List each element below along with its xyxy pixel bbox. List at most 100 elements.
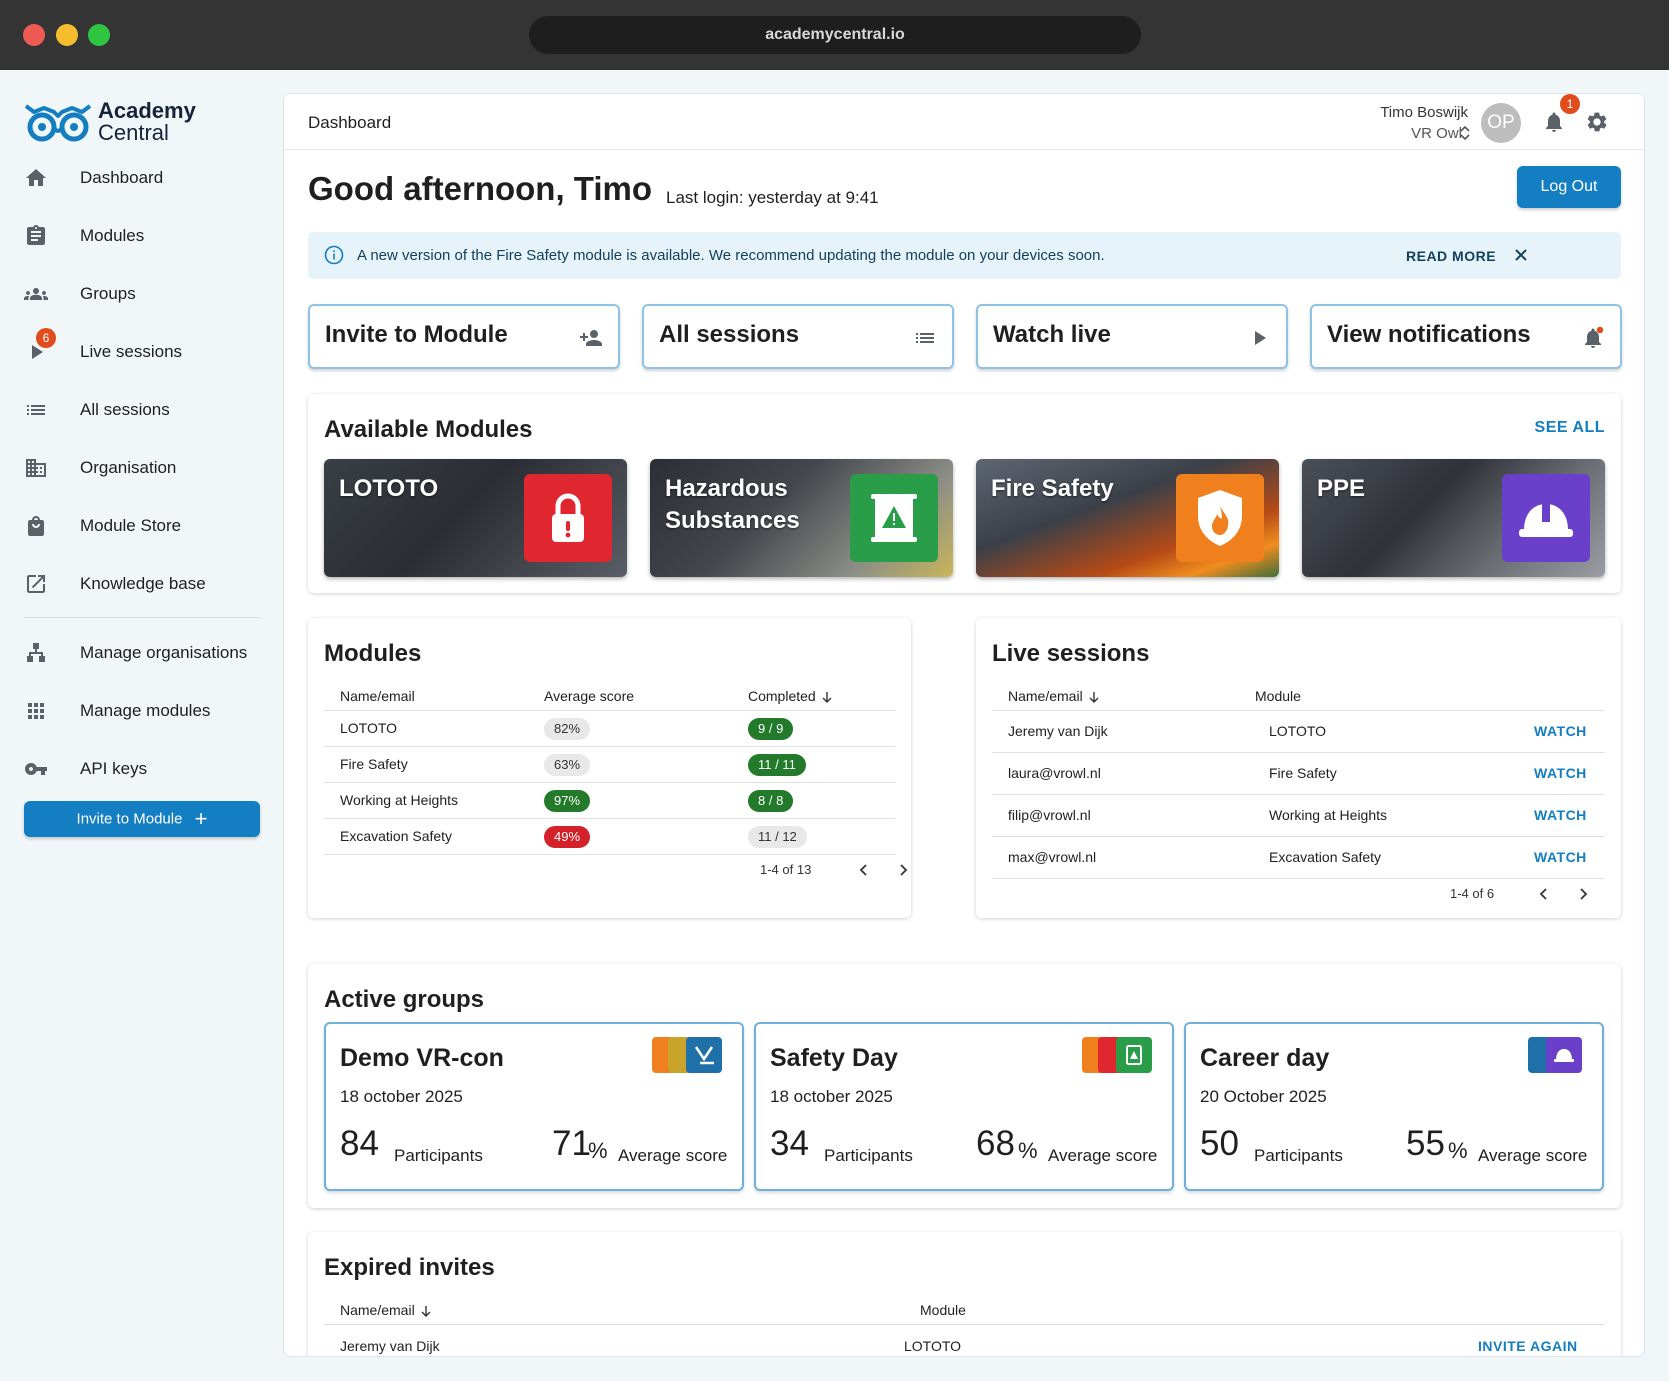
completed-chip: 9 / 9 — [748, 718, 794, 740]
organisation-switcher[interactable]: VR Owl — [1411, 125, 1462, 142]
section-title: Modules — [324, 640, 422, 667]
maximize-window-button[interactable] — [88, 24, 110, 46]
address-bar[interactable]: academycentral.io — [529, 16, 1141, 54]
session-module: Fire Safety — [1269, 765, 1337, 781]
chevron-left-icon[interactable] — [854, 860, 874, 880]
bell-dot-icon — [1585, 326, 1604, 348]
view-notifications-card[interactable]: View notifications — [1310, 304, 1622, 369]
table-bottom-border — [324, 854, 895, 855]
sidebar: Academy Central Dashboard Modules Groups… — [0, 70, 283, 1381]
sidebar-item-knowledge-base[interactable]: Knowledge base — [0, 562, 283, 606]
table-row[interactable]: Jeremy van Dijk LOTOTO WATCH — [992, 710, 1605, 752]
column-header-name[interactable]: Name/email — [1008, 688, 1101, 704]
participants-count: 50 — [1200, 1124, 1239, 1163]
live-sessions-count-badge: 6 — [36, 328, 56, 348]
module-tile-fire-safety[interactable]: Fire Safety — [976, 459, 1279, 577]
sidebar-item-label: All sessions — [80, 400, 170, 419]
modules-card: Modules Name/email Average score Complet… — [308, 618, 911, 918]
sidebar-item-api-keys[interactable]: API keys — [0, 747, 283, 791]
section-title: Expired invites — [324, 1254, 495, 1281]
column-header-average-score[interactable]: Average score — [544, 688, 634, 704]
sidebar-item-live-sessions[interactable]: 6 Live sessions — [0, 328, 283, 374]
close-window-button[interactable] — [23, 24, 45, 46]
sidebar-item-module-store[interactable]: Module Store — [0, 504, 283, 548]
update-alert: A new version of the Fire Safety module … — [308, 232, 1621, 279]
group-card-safety-day[interactable]: Safety Day 18 october 2025 34 Participan… — [754, 1022, 1174, 1191]
sidebar-item-manage-organisations[interactable]: Manage organisations — [0, 631, 283, 675]
invite-to-module-card[interactable]: Invite to Module — [308, 304, 620, 369]
group-name: Career day — [1200, 1044, 1330, 1072]
all-sessions-card[interactable]: All sessions — [642, 304, 954, 369]
unfold-icon[interactable] — [1460, 124, 1470, 142]
watch-button[interactable]: WATCH — [1534, 849, 1587, 865]
minimize-window-button[interactable] — [56, 24, 78, 46]
arrow-down-icon — [822, 692, 832, 704]
section-title: Active groups — [324, 986, 485, 1013]
bell-icon[interactable] — [1542, 110, 1566, 134]
pagination-text: 1-4 of 6 — [1450, 886, 1495, 901]
sidebar-divider — [24, 617, 260, 618]
hazard-barrel-icon — [871, 494, 917, 542]
average-score-chip: 82% — [544, 718, 591, 740]
see-all-link[interactable]: SEE ALL — [1535, 419, 1605, 437]
external-link-icon — [27, 575, 45, 593]
module-tile-lototo[interactable]: LOTOTO — [324, 459, 627, 577]
live-sessions-card: Live sessions Name/email Module Jeremy v… — [976, 618, 1621, 918]
chevron-left-icon[interactable] — [1534, 884, 1554, 904]
session-module: LOTOTO — [1269, 723, 1327, 739]
average-score-value: 68 — [976, 1124, 1015, 1163]
table-row[interactable]: Excavation Safety 49% 11 / 12 — [324, 818, 895, 854]
column-header-module[interactable]: Module — [1255, 688, 1301, 704]
logo[interactable]: Academy Central — [24, 99, 204, 147]
sidebar-item-dashboard[interactable]: Dashboard — [0, 156, 283, 200]
play-icon — [1255, 331, 1266, 345]
breadcrumb[interactable]: Dashboard — [308, 113, 391, 133]
sidebar-item-manage-modules[interactable]: Manage modules — [0, 689, 283, 733]
sidebar-item-organisation[interactable]: Organisation — [0, 446, 283, 490]
group-card-demo-vr-con[interactable]: Demo VR-con 18 october 2025 84 Participa… — [324, 1022, 744, 1191]
read-more-link[interactable]: READ MORE — [1406, 248, 1496, 264]
participants-label: Participants — [824, 1146, 913, 1165]
gear-icon[interactable] — [1585, 110, 1609, 134]
session-module: Excavation Safety — [1269, 849, 1382, 865]
table-row[interactable]: Fire Safety 63% 11 / 11 — [324, 746, 895, 782]
invite-again-button[interactable]: INVITE AGAIN — [1478, 1338, 1578, 1354]
table-row[interactable]: LOTOTO 82% 9 / 9 — [324, 710, 895, 746]
fire-shield-icon — [1198, 490, 1242, 546]
apps-grid-icon — [28, 703, 44, 719]
shopping-bag-icon — [28, 516, 44, 536]
sidebar-item-all-sessions[interactable]: All sessions — [0, 388, 283, 432]
table-row[interactable]: laura@vrowl.nl Fire Safety WATCH — [992, 752, 1605, 794]
module-tile-hazardous-substances[interactable]: Hazardous Substances — [650, 459, 953, 577]
chevron-right-icon[interactable] — [1573, 884, 1593, 904]
table-row[interactable]: Working at Heights 97% 8 / 8 — [324, 782, 895, 818]
avatar[interactable]: OP — [1481, 103, 1521, 143]
participants-label: Participants — [394, 1146, 483, 1165]
column-header-name[interactable]: Name/email — [340, 688, 415, 704]
table-row[interactable]: filip@vrowl.nl Working at Heights WATCH — [992, 794, 1605, 836]
group-card-career-day[interactable]: Career day 20 October 2025 50 Participan… — [1184, 1022, 1604, 1191]
log-out-button[interactable]: Log Out — [1517, 166, 1621, 208]
column-header-completed[interactable]: Completed — [748, 688, 834, 704]
watch-button[interactable]: WATCH — [1534, 807, 1587, 823]
notification-count-badge: 1 — [1560, 94, 1580, 114]
plus-icon: + — [194, 806, 208, 831]
close-icon[interactable] — [1511, 245, 1531, 265]
sidebar-invite-to-module-button[interactable]: Invite to Module + — [24, 801, 260, 837]
list-icon — [27, 405, 45, 415]
module-tile-ppe[interactable]: PPE — [1302, 459, 1605, 577]
session-user: filip@vrowl.nl — [1008, 807, 1091, 823]
module-name: Fire Safety — [340, 756, 408, 772]
sidebar-item-label: Knowledge base — [80, 574, 206, 593]
table-row[interactable]: max@vrowl.nl Excavation Safety WATCH — [992, 836, 1605, 878]
sidebar-item-modules[interactable]: Modules — [0, 214, 283, 258]
sidebar-item-groups[interactable]: Groups — [0, 272, 283, 316]
watch-button[interactable]: WATCH — [1534, 723, 1587, 739]
column-header-name[interactable]: Name/email — [340, 1302, 433, 1318]
chevron-right-icon[interactable] — [893, 860, 913, 880]
average-score-value: 55 — [1406, 1124, 1445, 1163]
column-header-module[interactable]: Module — [920, 1302, 966, 1318]
percent-unit: % — [1018, 1138, 1038, 1163]
watch-button[interactable]: WATCH — [1534, 765, 1587, 781]
watch-live-card[interactable]: Watch live — [976, 304, 1288, 369]
